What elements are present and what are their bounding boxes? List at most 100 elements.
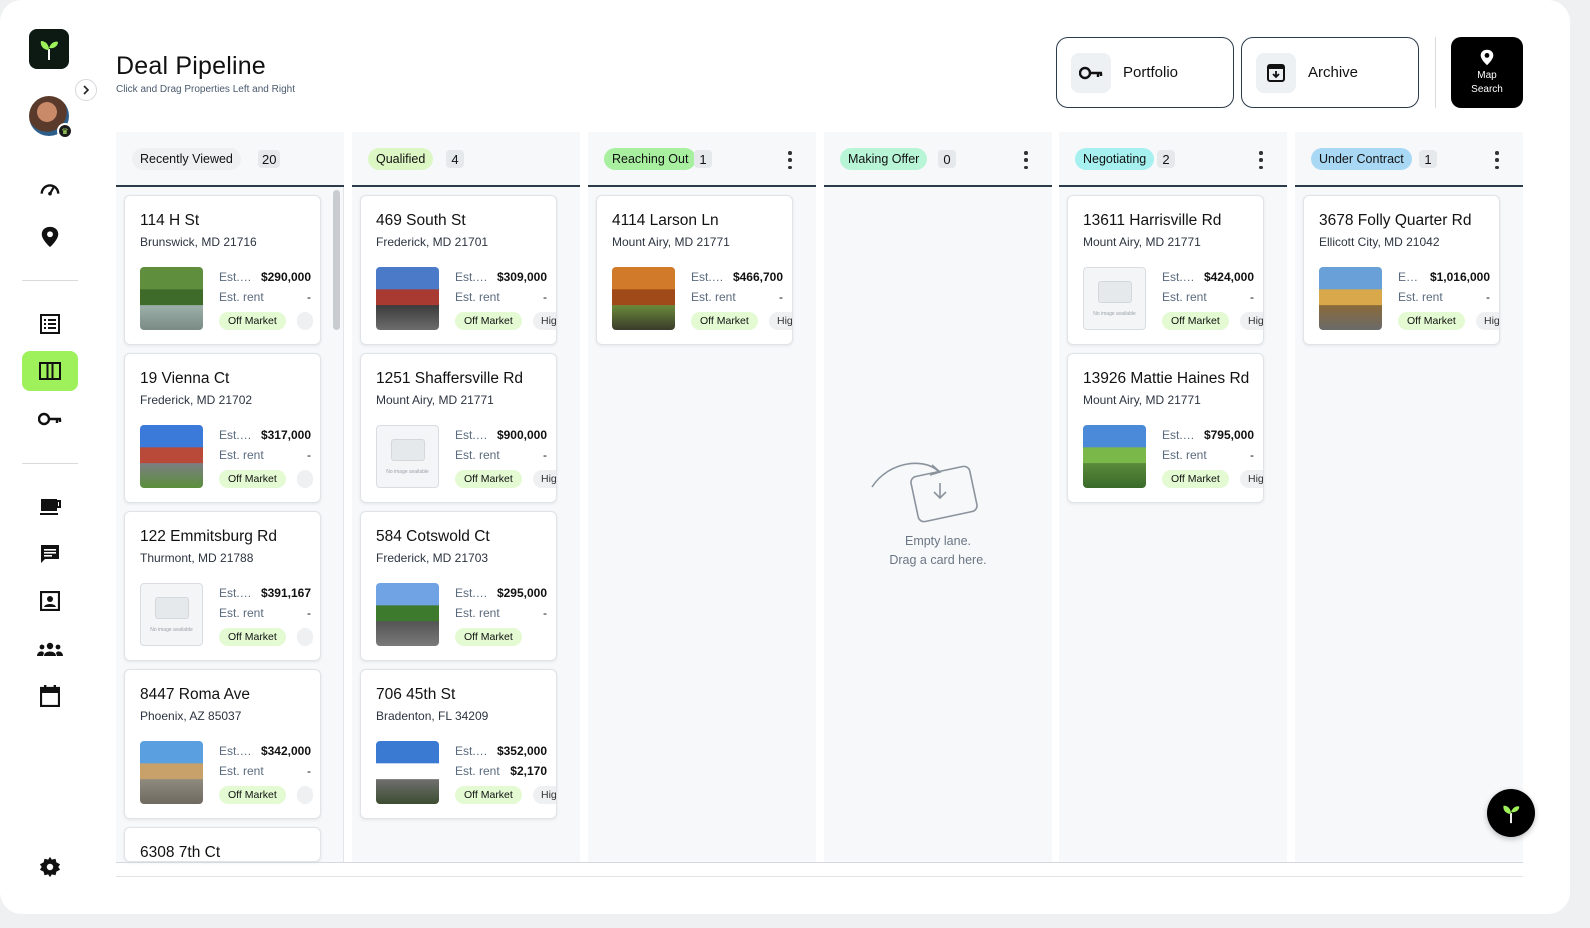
est-rent-value: - <box>1250 448 1254 462</box>
property-street: 3678 Folly Quarter Rd <box>1319 212 1472 229</box>
property-city: Frederick, MD 21702 <box>140 393 253 407</box>
drag-card-icon <box>868 457 978 532</box>
est-rent-label: Est. rent <box>1162 448 1207 462</box>
property-card[interactable]: 19 Vienna Ct Frederick, MD 21702 Est. Valu… <box>124 353 321 503</box>
property-city: Thurmont, MD 21788 <box>140 551 254 565</box>
status-badge: Off Market <box>691 312 758 330</box>
map-search-button[interactable]: Map Search <box>1451 37 1523 108</box>
status-badge: Off Market <box>455 628 522 646</box>
lane-menu-icon[interactable] <box>786 151 794 169</box>
contact-icon[interactable] <box>22 581 78 621</box>
property-photo <box>376 267 439 330</box>
status-badge: Off Market <box>1162 312 1229 330</box>
priority-badge: Hig <box>1240 470 1263 488</box>
empty-lane-line2: Drag a card here. <box>889 553 987 567</box>
property-street: 4114 Larson Ln <box>612 212 719 229</box>
lane-count-badge: 1 <box>1419 150 1437 168</box>
property-card[interactable]: 8447 Roma Ave Phoenix, AZ 85037 Est. Value… <box>124 669 321 819</box>
est-rent-row: Est. rent - <box>219 764 311 778</box>
inbox-icon[interactable] <box>22 487 78 527</box>
est-value-label: Est. Value <box>455 744 491 758</box>
property-card[interactable]: 6308 7th Ct <box>124 827 321 862</box>
property-street: 1251 Shaffersville Rd <box>376 370 524 387</box>
est-value: $290,000 <box>260 270 311 284</box>
est-value-row: Est. Value $342,000 <box>219 744 311 758</box>
property-card[interactable]: 13611 Harrisville Rd Mount Airy, MD 21771… <box>1067 195 1264 345</box>
est-rent-row: Est. rent $2,170 <box>455 764 547 778</box>
assistant-button[interactable] <box>1487 789 1535 837</box>
property-street: 13926 Mattie Haines Rd <box>1083 370 1250 387</box>
property-city: Frederick, MD 21701 <box>376 235 489 249</box>
portfolio-button[interactable]: Portfolio <box>1056 37 1234 108</box>
property-card[interactable]: 1251 Shaffersville Rd Mount Airy, MD 2177… <box>360 353 557 503</box>
property-street: 122 Emmitsburg Rd <box>140 528 277 545</box>
priority-badge: Hig <box>1476 312 1499 330</box>
lane-header: Qualified 4 <box>352 132 580 187</box>
property-street: 6308 7th Ct <box>140 844 221 861</box>
property-city: Bradenton, FL 34209 <box>376 709 489 723</box>
est-rent-value: - <box>543 290 547 304</box>
calendar-icon[interactable] <box>22 676 78 716</box>
status-badge: Off Market <box>219 312 286 330</box>
status-badge: Off Market <box>1398 312 1465 330</box>
est-rent-label: Est. rent <box>455 606 500 620</box>
property-card[interactable]: 122 Emmitsburg Rd Thurmont, MD 21788 No im… <box>124 511 321 661</box>
archive-button[interactable]: Archive <box>1241 37 1419 108</box>
horizontal-scrollbar[interactable] <box>116 876 1523 877</box>
est-rent-row: Est. rent - <box>1398 290 1490 304</box>
lane-making-offer: Making Offer 0 Empty lane. Drag a card here… <box>824 132 1052 862</box>
est-rent-label: Est. rent <box>455 764 500 778</box>
lane-menu-icon[interactable] <box>1257 151 1265 169</box>
image-placeholder-icon <box>154 596 189 619</box>
property-card[interactable]: 584 Cotswold Ct Frederick, MD 21703 Est. V… <box>360 511 557 661</box>
property-card[interactable]: 3678 Folly Quarter Rd Ellicott City, MD 2… <box>1303 195 1500 345</box>
property-city: Ellicott City, MD 21042 <box>1319 235 1440 249</box>
dashboard-icon[interactable] <box>22 170 78 210</box>
lane-scrollbar[interactable] <box>333 190 340 330</box>
est-value-label: Est. Value <box>219 428 255 442</box>
property-photo <box>1083 425 1146 488</box>
team-icon[interactable] <box>22 629 78 669</box>
property-city: Mount Airy, MD 21771 <box>1083 393 1201 407</box>
est-rent-row: Est. rent - <box>1162 290 1254 304</box>
property-city: Frederick, MD 21703 <box>376 551 489 565</box>
est-rent-row: Est. rent - <box>691 290 783 304</box>
page-title: Deal Pipeline <box>116 52 266 80</box>
chat-icon[interactable] <box>22 534 78 574</box>
status-badge: Off Market <box>219 786 286 804</box>
empty-lane-line1: Empty lane. <box>904 534 971 548</box>
lane-menu-icon[interactable] <box>1493 151 1501 169</box>
property-card[interactable]: 469 South St Frederick, MD 21701 Est. Valu… <box>360 195 557 345</box>
lane-menu-icon[interactable] <box>1022 151 1030 169</box>
property-city: Phoenix, AZ 85037 <box>140 709 242 723</box>
est-rent-label: Est. rent <box>455 448 500 462</box>
lane-count-badge: 2 <box>1157 150 1175 168</box>
property-card[interactable]: 13926 Mattie Haines Rd Mount Airy, MD 217… <box>1067 353 1264 503</box>
priority-badge <box>297 786 313 804</box>
property-card[interactable]: 114 H St Brunswick, MD 21716 Est. Value $29… <box>124 195 321 345</box>
property-card[interactable]: 706 45th St Bradenton, FL 34209 Est. Value… <box>360 669 557 819</box>
est-rent-value: $2,170 <box>510 764 547 778</box>
user-avatar[interactable]: ♛ <box>29 96 73 139</box>
settings-icon[interactable] <box>22 847 78 887</box>
list-icon[interactable] <box>22 304 78 344</box>
est-rent-value: - <box>307 290 311 304</box>
location-icon[interactable] <box>22 217 78 257</box>
property-card[interactable]: 4114 Larson Ln Mount Airy, MD 21771 Est. V… <box>596 195 793 345</box>
priority-badge <box>297 312 313 330</box>
key-icon[interactable] <box>22 399 78 439</box>
archive-label: Archive <box>1308 64 1359 81</box>
status-badge: Off Market <box>455 470 522 488</box>
kanban-icon[interactable] <box>22 351 78 391</box>
est-value-row: Est. Value $1,016,000 <box>1398 270 1490 284</box>
lane-negotiating: Negotiating 2 13611 Harrisville Rd Mount Ai… <box>1059 132 1287 862</box>
chevron-right-icon <box>83 85 90 95</box>
est-value: $317,000 <box>260 428 311 442</box>
expand-sidebar-button[interactable] <box>75 79 97 101</box>
lane-count-badge: 4 <box>446 150 464 168</box>
app-logo[interactable] <box>29 29 69 69</box>
est-rent-row: Est. rent - <box>455 290 547 304</box>
est-value-row: Est. Value $424,000 <box>1162 270 1254 284</box>
est-value-row: Est. Value $391,167 <box>219 586 311 600</box>
property-city: Brunswick, MD 21716 <box>140 235 257 249</box>
